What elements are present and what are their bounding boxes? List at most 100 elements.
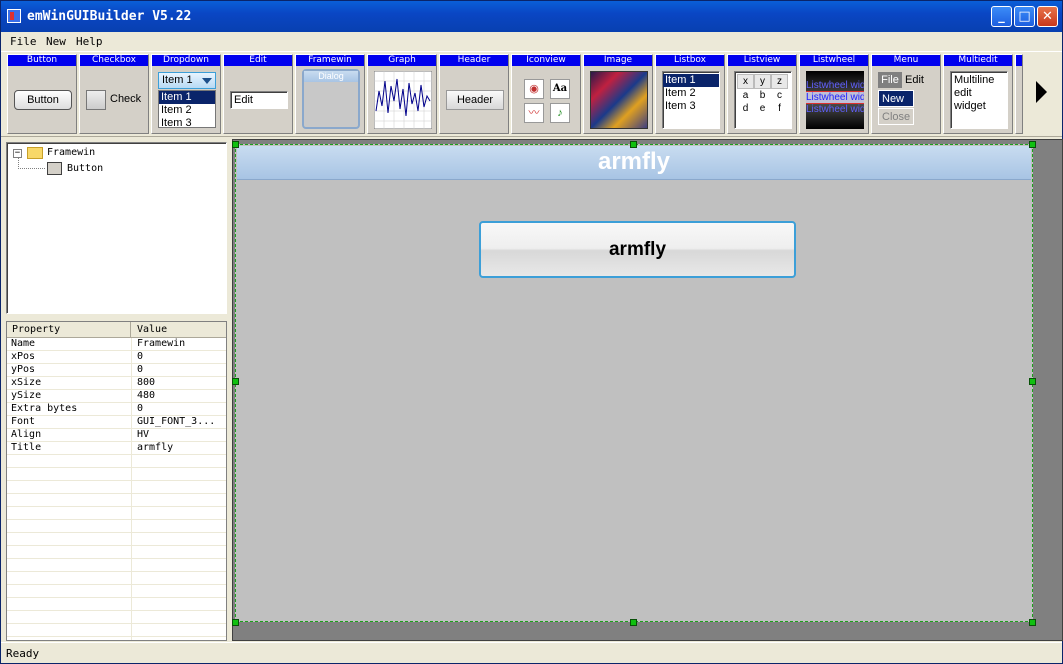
column-header-value[interactable]: Value — [137, 324, 167, 335]
column-header-property[interactable]: Property — [12, 324, 60, 335]
property-row[interactable]: Name Framewin — [7, 338, 226, 351]
checkbox-icon — [86, 90, 106, 110]
property-name: ySize — [11, 390, 42, 401]
tool-dropdown[interactable]: Dropdown Item 1 Item 1 Item 2 Item 3 — [151, 54, 221, 134]
framewin-preview: Dialog — [302, 69, 360, 129]
property-row[interactable]: yPos 0 — [7, 364, 226, 377]
collapse-icon[interactable]: − — [13, 149, 22, 158]
tool-button[interactable]: Button Button — [7, 54, 77, 134]
property-row — [7, 572, 226, 585]
tool-listbox[interactable]: Listbox Item 1 Item 2 Item 3 — [655, 54, 725, 134]
folder-icon — [27, 147, 43, 159]
property-row — [7, 455, 226, 468]
property-value[interactable]: HV — [137, 429, 149, 440]
dropdown-item: Item 2 — [161, 104, 192, 116]
listbox-item: Item 3 — [665, 100, 696, 112]
property-value[interactable]: 480 — [137, 390, 155, 401]
listbox-item: Item 1 — [663, 74, 719, 87]
menu-help[interactable]: Help — [76, 35, 103, 48]
checkbox-preview-label: Check — [110, 93, 142, 105]
button-preview: Button — [14, 90, 72, 110]
tool-button-header: Button — [8, 55, 76, 66]
property-name: Name — [11, 338, 36, 349]
property-name: Extra bytes — [11, 403, 78, 414]
scroll-right-arrow-icon[interactable] — [1036, 81, 1047, 103]
menu-preview-close: Close — [878, 108, 914, 125]
music-note-icon: ♪ — [550, 103, 570, 123]
widget-tree: − Framewin Button — [6, 142, 227, 314]
status-text: Ready — [6, 647, 40, 660]
maximize-button[interactable]: □ — [1014, 6, 1035, 27]
design-button[interactable]: armfly — [479, 221, 796, 278]
property-value[interactable]: 0 — [137, 364, 143, 375]
property-row[interactable]: Extra bytes 0 — [7, 403, 226, 416]
property-value[interactable]: GUI_FONT_3... — [137, 416, 215, 427]
tree-node-button[interactable]: Button — [67, 163, 103, 174]
property-row — [7, 598, 226, 611]
menu-file[interactable]: File — [10, 35, 37, 48]
property-row[interactable]: Font GUI_FONT_3... — [7, 416, 226, 429]
listview-header-cell: z — [771, 74, 788, 89]
listview-cell: e — [759, 103, 766, 114]
tree-line-horizontal — [18, 168, 45, 169]
property-name: Align — [11, 429, 42, 440]
menu-preview-edit: Edit — [905, 74, 924, 86]
minimize-button[interactable]: _ — [991, 6, 1012, 27]
edit-preview: Edit — [230, 91, 288, 109]
resize-handle[interactable] — [630, 141, 637, 148]
resize-handle[interactable] — [232, 378, 239, 385]
tool-header-header: Header — [440, 55, 508, 66]
tree-node-framewin[interactable]: Framewin — [47, 147, 95, 158]
property-row[interactable]: Title armfly — [7, 442, 226, 455]
tool-image[interactable]: Image — [583, 54, 653, 134]
resize-handle[interactable] — [1029, 141, 1036, 148]
menu-preview-file: File — [878, 72, 902, 88]
tool-listview[interactable]: Listview x y z a b c d e f — [727, 54, 797, 134]
property-value[interactable]: 0 — [137, 351, 143, 362]
tool-multiedit[interactable]: Multiedit Multiline edit widget — [943, 54, 1013, 134]
close-button[interactable]: ✕ — [1037, 6, 1058, 27]
graph-preview-icon — [374, 71, 432, 129]
framewin-design[interactable] — [235, 144, 1033, 622]
dropdown-preview-selected: Item 1 — [158, 72, 216, 89]
tool-header[interactable]: Header Header — [439, 54, 509, 134]
menu-new[interactable]: New — [46, 35, 66, 48]
tool-graph[interactable]: Graph — [367, 54, 437, 134]
tool-listwheel[interactable]: Listwheel Listwheel wid Listwheel wid Li… — [799, 54, 869, 134]
resize-handle[interactable] — [630, 619, 637, 626]
tool-framewin-header: Framewin — [296, 55, 364, 66]
property-row[interactable]: xPos 0 — [7, 351, 226, 364]
tool-checkbox[interactable]: Checkbox Check — [79, 54, 149, 134]
resize-handle[interactable] — [1029, 378, 1036, 385]
framewin-title[interactable]: armfly — [237, 146, 1031, 180]
listwheel-item: Listwheel wid — [806, 91, 864, 104]
image-preview-picture — [590, 71, 648, 129]
tool-menu[interactable]: Menu File Edit New Close — [871, 54, 941, 134]
listview-cell: b — [759, 90, 766, 101]
tool-next-partial[interactable] — [1015, 54, 1023, 134]
tool-iconview[interactable]: Iconview ◉ Aa 〰 ♪ — [511, 54, 581, 134]
property-value[interactable]: Framewin — [137, 338, 185, 349]
property-value[interactable]: 800 — [137, 377, 155, 388]
resize-handle[interactable] — [232, 619, 239, 626]
property-value[interactable]: 0 — [137, 403, 143, 414]
property-row[interactable]: Align HV — [7, 429, 226, 442]
tool-framewin[interactable]: Framewin Dialog — [295, 54, 365, 134]
framewin-preview-title: Dialog — [304, 71, 358, 82]
resize-handle[interactable] — [232, 141, 239, 148]
property-value[interactable]: armfly — [137, 442, 173, 453]
title-bar[interactable]: emWinGUIBuilder V5.22 _ □ ✕ — [1, 1, 1062, 32]
property-row — [7, 468, 226, 481]
resize-handle[interactable] — [1029, 619, 1036, 626]
property-row[interactable]: xSize 800 — [7, 377, 226, 390]
font-icon: Aa — [550, 79, 570, 99]
dropdown-selected-text: Item 1 — [162, 74, 193, 86]
property-name: xSize — [11, 377, 42, 388]
column-divider[interactable] — [130, 322, 131, 338]
tool-edit[interactable]: Edit Edit — [223, 54, 293, 134]
property-row[interactable]: ySize 480 — [7, 390, 226, 403]
chevron-down-icon — [202, 78, 212, 84]
menu-preview-new: New — [878, 90, 914, 107]
listbox-item: Item 2 — [665, 87, 696, 99]
tool-image-header: Image — [584, 55, 652, 66]
